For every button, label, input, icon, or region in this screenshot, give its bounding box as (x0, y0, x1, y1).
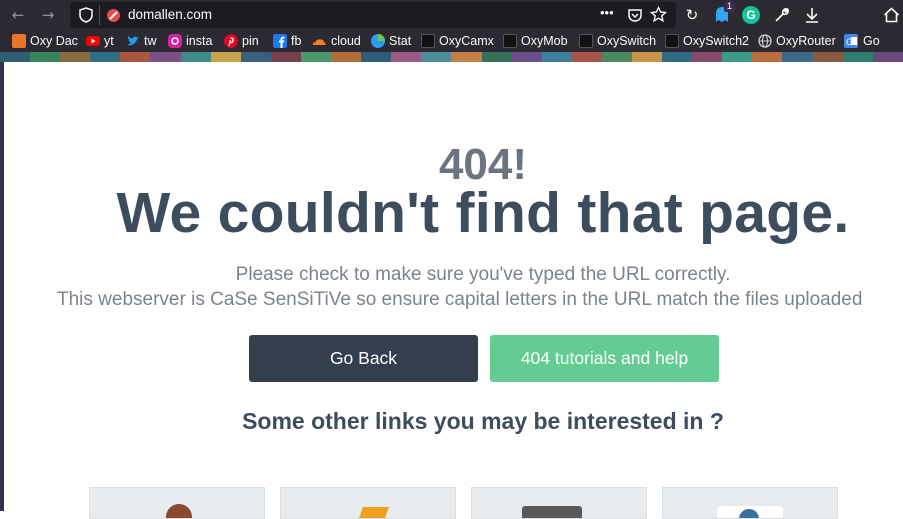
bookmark-label: OxyRouter (776, 34, 836, 48)
page-actions-icon[interactable]: ••• (600, 5, 614, 20)
bookmark-pin[interactable]: pin (224, 32, 259, 50)
svg-text:G: G (846, 38, 853, 48)
bookmark-label: insta (186, 34, 213, 48)
bookmark-insta[interactable]: insta (168, 32, 212, 50)
error-message-line-1: Please check to make sure you've typed t… (235, 264, 731, 285)
twitter-icon (127, 36, 139, 46)
orange-square-icon (12, 34, 26, 48)
bookmark-yt[interactable]: yt (86, 32, 114, 50)
bookmark-label: Stat (389, 34, 412, 48)
shield-icon[interactable] (79, 7, 93, 23)
url-text[interactable]: domallen.com (128, 7, 212, 22)
pocket-icon[interactable] (627, 7, 643, 23)
bookmark-label: pin (242, 34, 259, 48)
window-edge (0, 62, 4, 511)
bookmark-fb[interactable]: fb (273, 32, 301, 50)
bookmark-oxymob[interactable]: OxyMob (503, 32, 568, 50)
link-card[interactable] (471, 487, 647, 519)
youtube-icon (86, 36, 100, 46)
oxy-icon (579, 34, 593, 48)
download-icon[interactable] (801, 4, 823, 26)
bookmark-star-icon[interactable] (650, 6, 667, 23)
bookmarks-bar: Oxy Dac yt tw insta pin fb cloud Stat Ox… (0, 30, 903, 52)
bookmark-tw[interactable]: tw (126, 32, 157, 50)
bookmark-label: OxyCamx (439, 34, 494, 48)
stat-icon (371, 34, 385, 48)
bookmark-oxy-dac[interactable]: Oxy Dac (12, 32, 78, 50)
wrench-icon[interactable] (771, 4, 793, 26)
site-favicon-icon (107, 9, 120, 22)
oxy-icon (421, 34, 435, 48)
notification-badge: 1 (724, 1, 735, 12)
bookmark-label: Go (863, 34, 880, 48)
bookmark-label: OxySwitch (597, 34, 657, 48)
url-divider (99, 5, 100, 25)
reload-icon[interactable]: ↻ (681, 4, 703, 26)
instagram-icon (168, 34, 182, 48)
bookmark-label: yt (104, 34, 114, 48)
forward-arrow-icon[interactable]: → (37, 4, 59, 26)
go-back-button[interactable]: Go Back (249, 335, 478, 382)
oxy-icon (503, 34, 517, 48)
color-strip (0, 52, 903, 62)
card-thumbnail (358, 507, 390, 518)
google-icon: G (844, 34, 858, 48)
oxy-icon (665, 34, 679, 48)
globe-icon (758, 34, 772, 48)
grammarly-icon[interactable]: G (742, 6, 760, 24)
bookmark-oxyswitch[interactable]: OxySwitch (579, 32, 656, 50)
page-title: We couldn't find that page. (116, 181, 850, 245)
bookmark-label: tw (144, 34, 157, 48)
tutorials-help-button[interactable]: 404 tutorials and help (490, 335, 719, 382)
link-card[interactable] (280, 487, 456, 519)
bookmark-stat[interactable]: Stat (371, 32, 411, 50)
link-card[interactable] (89, 487, 265, 519)
avatar (166, 504, 192, 518)
bookmark-label: fb (291, 34, 302, 48)
bookmark-go[interactable]: G Go (843, 32, 880, 50)
browser-toolbar: ← → domallen.com ••• ↻ 1 G (0, 0, 903, 30)
bookmark-label: Oxy Dac (30, 34, 78, 48)
home-icon[interactable] (880, 4, 902, 26)
card-thumbnail (717, 506, 783, 518)
cloud-icon (312, 39, 326, 45)
bookmark-oxyswitch2[interactable]: OxySwitch2 (665, 32, 749, 50)
link-card[interactable] (662, 487, 838, 519)
back-arrow-icon[interactable]: ← (7, 4, 29, 26)
bookmark-oxycamx[interactable]: OxyCamx (421, 32, 494, 50)
links-heading: Some other links you may be interested i… (242, 408, 724, 434)
facebook-icon (273, 34, 287, 48)
pinterest-icon (224, 34, 238, 48)
error-message-line-2: This webserver is CaSe SenSiTiVe so ensu… (57, 289, 863, 310)
bookmark-label: OxyMob (521, 34, 568, 48)
bookmark-oxyrouter[interactable]: OxyRouter (758, 32, 836, 50)
bookmark-label: cloud (331, 34, 361, 48)
url-bar[interactable]: domallen.com ••• (70, 2, 676, 28)
card-thumbnail (522, 506, 582, 518)
bookmark-label: OxySwitch2 (683, 34, 749, 48)
bookmark-cloud[interactable]: cloud (311, 32, 361, 50)
